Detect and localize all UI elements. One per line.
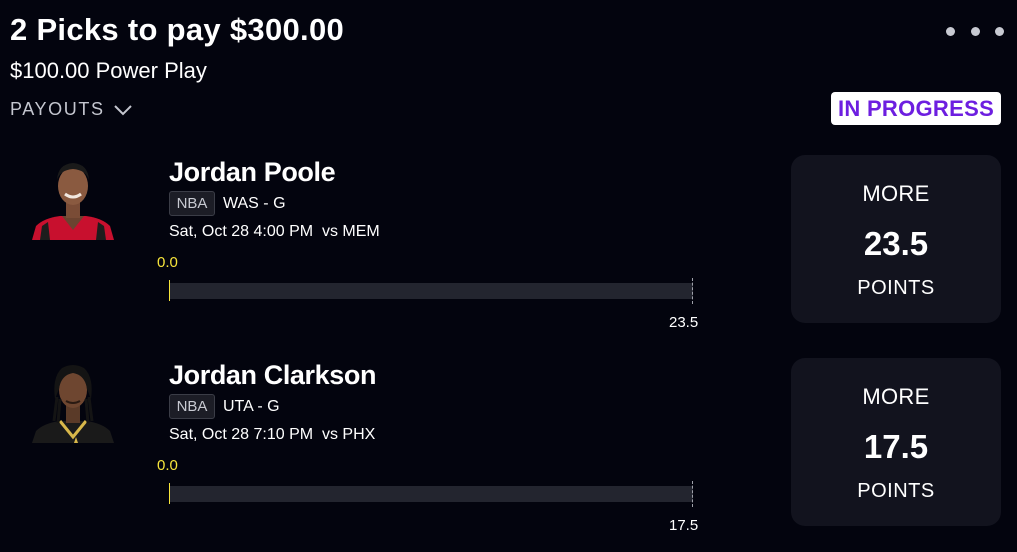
line-value-label: 23.5 xyxy=(669,314,699,331)
chevron-down-icon xyxy=(113,104,132,115)
game-info: Sat, Oct 28 7:10 PM vs PHX xyxy=(169,426,375,444)
projection-card[interactable]: MORE 23.5 POINTS xyxy=(791,155,1001,323)
projection-line: 17.5 xyxy=(863,428,929,465)
entry-title: 2 Picks to pay $300.00 xyxy=(10,12,345,47)
current-stat-value: 0.0 xyxy=(157,457,178,474)
opponent: vs MEM xyxy=(321,223,380,240)
progress-track xyxy=(169,486,693,502)
entry-subtitle: $100.00 Power Play xyxy=(10,58,207,83)
player-avatar xyxy=(30,156,116,240)
player-name: Jordan Poole xyxy=(169,157,336,187)
pick-row: Jordan Poole NBA WAS - G Sat, Oct 28 4:0… xyxy=(0,154,1017,334)
progress-marker xyxy=(169,483,170,504)
game-time: Sat, Oct 28 7:10 PM xyxy=(169,426,314,443)
projection-card[interactable]: MORE 17.5 POINTS xyxy=(791,358,1001,526)
progress-track xyxy=(169,283,693,299)
player-name: Jordan Clarkson xyxy=(169,360,377,390)
projection-line: 23.5 xyxy=(863,225,929,262)
pick-row: Jordan Clarkson NBA UTA - G Sat, Oct 28 … xyxy=(0,357,1017,537)
game-info: Sat, Oct 28 4:00 PM vs MEM xyxy=(169,223,380,241)
status-badge: IN PROGRESS xyxy=(831,92,1001,125)
menu-dot xyxy=(995,26,1004,36)
team-position: UTA - G xyxy=(223,398,280,415)
current-stat-value: 0.0 xyxy=(157,254,178,271)
projection-stat: POINTS xyxy=(857,480,935,502)
payouts-label: PAYOUTS xyxy=(10,99,105,119)
league-badge: NBA xyxy=(169,394,215,419)
projection-stat: POINTS xyxy=(857,277,935,299)
line-value-label: 17.5 xyxy=(669,517,699,534)
projection-direction: MORE xyxy=(862,181,930,206)
menu-dot xyxy=(970,26,980,36)
opponent: vs PHX xyxy=(321,426,376,443)
league-badge: NBA xyxy=(169,191,215,216)
projection-direction: MORE xyxy=(862,384,930,409)
game-time: Sat, Oct 28 4:00 PM xyxy=(169,223,314,240)
line-marker xyxy=(692,481,693,507)
payouts-toggle[interactable]: PAYOUTS xyxy=(10,99,133,120)
line-marker xyxy=(692,278,693,304)
team-position: WAS - G xyxy=(223,195,286,212)
player-avatar xyxy=(30,359,116,443)
more-horizontal-icon[interactable] xyxy=(946,20,1004,42)
progress-marker xyxy=(169,280,170,301)
menu-dot xyxy=(946,26,955,36)
